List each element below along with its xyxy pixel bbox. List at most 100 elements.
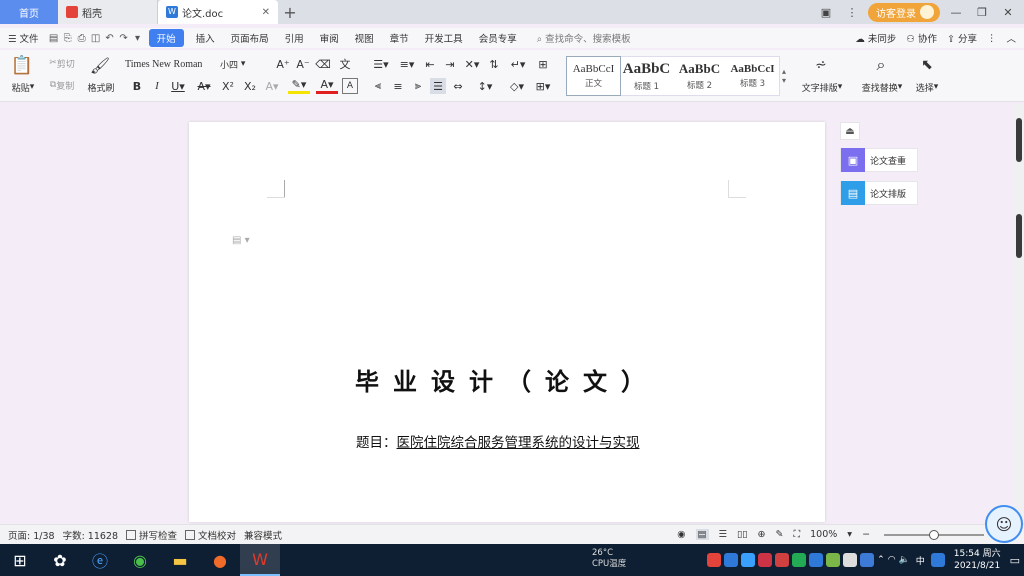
grow-font-icon[interactable]: A⁺ xyxy=(276,56,290,72)
chinese-layout-icon[interactable]: ✕▾ xyxy=(462,56,482,72)
minimize-icon[interactable]: — xyxy=(946,2,966,22)
find-replace-button[interactable]: 查找替换 ▾ xyxy=(856,80,908,94)
assistant-mascot-icon[interactable]: ☺ xyxy=(985,505,1023,543)
zoom-out-icon[interactable]: − xyxy=(862,529,870,540)
settings-icon[interactable]: ⋮ xyxy=(842,2,862,22)
menu-references[interactable]: 引用 xyxy=(277,31,312,45)
recorder-app-icon[interactable]: ● xyxy=(200,544,240,576)
tray-shield-icon[interactable] xyxy=(741,553,756,567)
clear-format-icon[interactable]: ⌫ xyxy=(315,56,331,72)
font-color-icon[interactable]: A▾ xyxy=(316,78,338,94)
format-painter-icon[interactable]: 🖌 xyxy=(88,54,112,76)
menu-insert[interactable]: 插入 xyxy=(188,31,223,45)
document-subject[interactable]: 题目：医院住院综合服务管理系统的设计与实现 xyxy=(356,431,640,451)
subscript-icon[interactable]: X₂ xyxy=(242,78,258,94)
panel-collapse-button[interactable]: ⏏ xyxy=(840,122,860,140)
paragraph-handle-icon[interactable]: ▤ ▾ xyxy=(232,235,250,246)
paste-icon[interactable]: 📋 xyxy=(8,54,36,76)
tray-app-q-icon[interactable] xyxy=(930,553,945,567)
share-button[interactable]: ⇪ 分享 xyxy=(947,31,977,45)
spell-check-toggle[interactable]: 拼写检查 xyxy=(126,528,177,542)
close-icon[interactable]: ✕ xyxy=(262,7,270,18)
tray-chat-icon[interactable] xyxy=(758,553,773,567)
bluetooth-icon[interactable] xyxy=(860,553,875,567)
tab-home[interactable]: 首页 xyxy=(0,0,58,24)
shading-icon[interactable]: ◇▾ xyxy=(506,78,528,94)
copy-button[interactable]: ⧉ 复制 xyxy=(42,78,82,92)
notification-icon[interactable]: ▭ xyxy=(1010,554,1020,567)
browser-green-icon[interactable]: ◉ xyxy=(120,544,160,576)
tab-stops-icon[interactable]: ⊞ xyxy=(534,56,552,72)
print-icon[interactable]: ⎙ xyxy=(75,33,89,44)
distribute-icon[interactable]: ⇔ xyxy=(450,78,466,94)
show-marks-icon[interactable]: ↵▾ xyxy=(508,56,528,72)
align-left-icon[interactable]: ⫷ xyxy=(370,78,386,94)
clock[interactable]: 15:54 周六 2021/8/21 xyxy=(954,548,1001,572)
align-center-icon[interactable]: ≡ xyxy=(390,78,406,94)
undo-icon[interactable]: ↶ xyxy=(103,33,117,44)
menu-start[interactable]: 开始 xyxy=(148,29,184,47)
tray-nvidia-icon[interactable] xyxy=(826,553,841,567)
zoom-level[interactable]: 100% xyxy=(810,529,837,540)
cursor-icon[interactable]: ⬉ xyxy=(916,54,938,76)
tray-expand-icon[interactable]: ⌃ xyxy=(877,555,885,565)
layout-switch-icon[interactable]: ▣ xyxy=(816,2,836,22)
print-preview-icon[interactable]: ◫ xyxy=(89,33,103,44)
export-pdf-icon[interactable]: ⎘ xyxy=(61,33,75,44)
text-layout-button[interactable]: 文字排版 ▾ xyxy=(796,80,848,94)
fit-page-icon[interactable]: ⛶ xyxy=(793,529,800,540)
style-gallery-scroll[interactable]: ▴ ▾ xyxy=(780,56,788,96)
close-window-icon[interactable]: ✕ xyxy=(998,2,1018,22)
paste-button[interactable]: 粘贴 ▾ xyxy=(6,80,40,94)
tray-cloud-icon[interactable] xyxy=(809,553,824,567)
edge-browser-icon[interactable]: ⓔ xyxy=(80,544,120,576)
new-tab-button[interactable]: + xyxy=(278,0,302,24)
menu-chapter[interactable]: 章节 xyxy=(382,31,417,45)
restore-icon[interactable]: ❐ xyxy=(972,2,992,22)
document-title[interactable]: 毕业设计（论文） xyxy=(189,362,825,397)
font-name-select[interactable]: Times New Roman xyxy=(125,56,209,72)
outline-view-icon[interactable]: ☰ xyxy=(719,529,728,540)
menu-view[interactable]: 视图 xyxy=(347,31,382,45)
style-heading-1[interactable]: AaBbC 标题 1 xyxy=(620,57,673,95)
superscript-icon[interactable]: X² xyxy=(220,78,236,94)
char-border-icon[interactable]: A xyxy=(342,78,358,94)
ime-indicator[interactable]: 中 xyxy=(916,554,925,567)
tab-document[interactable]: W 论文.doc ✕ xyxy=(158,0,278,24)
menu-member[interactable]: 会员专享 xyxy=(471,31,525,45)
style-heading-2[interactable]: AaBbC 标题 2 xyxy=(673,57,726,95)
phonetic-guide-icon[interactable]: 文 xyxy=(336,56,354,72)
find-icon[interactable]: ⌕ xyxy=(870,54,892,76)
line-spacing-icon[interactable]: ↕▾ xyxy=(474,78,496,94)
windows-start-icon[interactable]: ⊞ xyxy=(0,544,40,576)
style-heading-3[interactable]: AaBbCcI 标题 3 xyxy=(726,57,779,95)
underline-icon[interactable]: U▾ xyxy=(168,78,188,94)
bold-icon[interactable]: B xyxy=(130,78,144,94)
format-painter-button[interactable]: 格式刷 xyxy=(84,80,118,94)
vertical-scrollbar[interactable] xyxy=(1014,104,1024,522)
zoom-slider[interactable] xyxy=(884,529,985,540)
web-view-icon[interactable]: ⊕ xyxy=(758,529,766,540)
menu-developer[interactable]: 开发工具 xyxy=(417,31,471,45)
bullet-list-icon[interactable]: ☰▾ xyxy=(370,56,392,72)
eye-protection-icon[interactable]: ◉ xyxy=(677,529,685,540)
quick-access-dropdown-icon[interactable]: ▾ xyxy=(131,33,145,44)
zoom-slider-knob[interactable] xyxy=(929,529,940,540)
tray-display-icon[interactable] xyxy=(843,553,858,567)
tray-app-blue-icon[interactable] xyxy=(724,553,739,567)
tray-media-icon[interactable] xyxy=(775,553,790,567)
justify-icon[interactable]: ☰ xyxy=(430,78,446,94)
file-explorer-icon[interactable]: ▬ xyxy=(160,544,200,576)
menu-page-layout[interactable]: 页面布局 xyxy=(223,31,277,45)
collapse-ribbon-icon[interactable]: ︿ xyxy=(1006,31,1016,45)
write-mode-icon[interactable]: ✎ xyxy=(775,529,783,540)
tray-app-red-icon[interactable] xyxy=(707,553,722,567)
volume-icon[interactable]: 🔈 xyxy=(899,555,910,565)
menu-review[interactable]: 审阅 xyxy=(312,31,347,45)
text-layout-icon[interactable]: ⩫ xyxy=(810,54,832,76)
strikethrough-icon[interactable]: A▾ xyxy=(194,78,214,94)
font-size-select[interactable]: 小四 ▾ xyxy=(220,56,266,72)
zoom-dropdown-icon[interactable]: ▾ xyxy=(847,529,852,540)
command-search[interactable]: ⌕ 查找命令、搜索模板 xyxy=(537,31,631,45)
sort-icon[interactable]: ⇅ xyxy=(486,56,502,72)
